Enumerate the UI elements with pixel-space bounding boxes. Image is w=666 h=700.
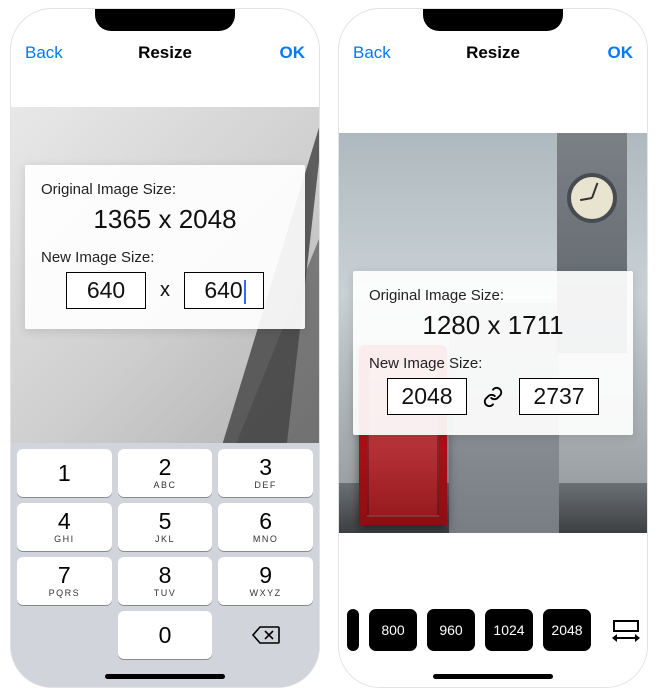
new-size-label: New Image Size:: [41, 249, 289, 266]
aspect-ratio-icon[interactable]: [613, 620, 639, 641]
home-indicator[interactable]: [105, 674, 225, 679]
preset-800[interactable]: 800: [369, 609, 417, 651]
keypad-key-0[interactable]: 0: [118, 611, 213, 659]
original-size-label: Original Image Size:: [369, 287, 617, 304]
link-aspect-icon[interactable]: [481, 385, 505, 409]
width-input[interactable]: 640: [66, 272, 146, 309]
size-card: Original Image Size: 1280 x 1711 New Ima…: [353, 271, 633, 435]
keypad-key-2[interactable]: 2ABC: [118, 449, 213, 497]
back-button[interactable]: Back: [353, 43, 391, 63]
keypad-key-4[interactable]: 4GHI: [17, 503, 112, 551]
dimension-separator: x: [160, 279, 170, 302]
backspace-icon: [252, 625, 280, 645]
new-size-row: 640 x 640: [41, 272, 289, 309]
original-size-label: Original Image Size:: [41, 181, 289, 198]
preset-1024[interactable]: 1024: [485, 609, 533, 651]
content-area: Original Image Size: 1280 x 1711 New Ima…: [339, 71, 647, 687]
keypad-key-7[interactable]: 7PQRS: [17, 557, 112, 605]
ok-button[interactable]: OK: [608, 43, 634, 63]
device-notch: [423, 9, 563, 31]
keypad-blank: [17, 611, 112, 659]
phone-left: Back Resize OK Original Image Size: 1365…: [10, 8, 320, 688]
width-input[interactable]: 2048: [387, 378, 467, 415]
numeric-keypad: 12ABC3DEF 4GHI5JKL6MNO 7PQRS8TUV9WXYZ0: [11, 443, 319, 687]
device-notch: [95, 9, 235, 31]
keypad-key-8[interactable]: 8TUV: [118, 557, 213, 605]
height-input[interactable]: 2737: [519, 378, 599, 415]
keypad-key-6[interactable]: 6MNO: [218, 503, 313, 551]
preset-960[interactable]: 960: [427, 609, 475, 651]
backspace-key[interactable]: [218, 611, 313, 659]
preset-partial[interactable]: [347, 609, 359, 651]
new-size-label: New Image Size:: [369, 355, 617, 372]
height-input[interactable]: 640: [184, 272, 264, 309]
keypad-key-1[interactable]: 1: [17, 449, 112, 497]
original-size-value: 1365 x 2048: [41, 204, 289, 235]
new-size-row: 2048 2737: [369, 378, 617, 415]
ok-button[interactable]: OK: [280, 43, 306, 63]
text-caret: [244, 280, 246, 304]
phone-right: Back Resize OK Original Image Size: 1280…: [338, 8, 648, 688]
home-indicator[interactable]: [433, 674, 553, 679]
original-size-value: 1280 x 1711: [369, 310, 617, 341]
preset-2048[interactable]: 2048: [543, 609, 591, 651]
back-button[interactable]: Back: [25, 43, 63, 63]
keypad-key-3[interactable]: 3DEF: [218, 449, 313, 497]
size-card: Original Image Size: 1365 x 2048 New Ima…: [25, 165, 305, 329]
keypad-key-9[interactable]: 9WXYZ: [218, 557, 313, 605]
content-area: Original Image Size: 1365 x 2048 New Ima…: [11, 71, 319, 687]
keypad-key-5[interactable]: 5JKL: [118, 503, 213, 551]
